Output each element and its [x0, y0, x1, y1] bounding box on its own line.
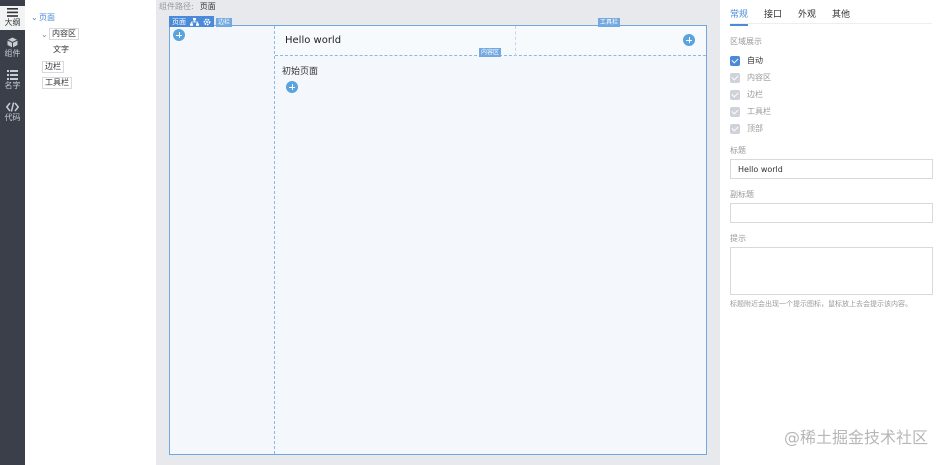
- hierarchy-icon[interactable]: [190, 17, 199, 26]
- tree-node-content[interactable]: ⌄ 内容区: [41, 28, 79, 40]
- code-icon: [6, 102, 19, 112]
- chevron-down-icon[interactable]: ⌄: [31, 13, 39, 22]
- checkbox-content: 内容区: [730, 72, 771, 83]
- subtitle-input[interactable]: [730, 203, 933, 223]
- remark-hint: 标题附近会出现一个提示图标，鼠标放上去会提示该内容。: [730, 300, 912, 308]
- page-title: Hello world: [285, 35, 342, 46]
- breadcrumb-current[interactable]: 页面: [200, 2, 216, 11]
- body-text: 初始页面: [282, 67, 319, 77]
- subtitle-label: 副标题: [730, 190, 754, 199]
- checkbox-header: 顶部: [730, 123, 763, 134]
- tree-node-text[interactable]: 文字: [49, 44, 69, 55]
- add-component-icon[interactable]: [173, 29, 185, 41]
- remark-label: 提示: [730, 234, 746, 243]
- gear-icon[interactable]: [203, 18, 211, 26]
- content-region[interactable]: 初始页面: [282, 64, 319, 93]
- checkbox-checked-icon[interactable]: [730, 55, 740, 66]
- remark-textarea[interactable]: [730, 247, 933, 295]
- title-label: 标题: [730, 146, 746, 155]
- aside-region[interactable]: [170, 26, 275, 454]
- rail-item-outline[interactable]: 大纲: [0, 6, 25, 30]
- tree-node-aside[interactable]: 边栏: [42, 61, 64, 73]
- region-display-label: 区域展示: [730, 37, 762, 46]
- rail-item-label: 名字: [4, 81, 21, 90]
- checkbox-aside: 边栏: [730, 89, 763, 100]
- rail-item-components[interactable]: 组件: [0, 37, 25, 58]
- left-icon-rail: 大纲 组件 名字 代码: [0, 0, 25, 465]
- aside-region-tag: 边栏: [216, 18, 233, 27]
- checkbox-disabled-icon: [730, 72, 740, 83]
- page-component[interactable]: Hello world 初始页面: [169, 25, 707, 455]
- watermark: @稀土掘金技术社区: [783, 428, 928, 447]
- checkbox-toolbar: 工具栏: [730, 106, 771, 117]
- tree-node-toolbar[interactable]: 工具栏: [42, 77, 72, 89]
- toolbar-region-tag: 工具栏: [598, 18, 621, 27]
- editor-canvas: 组件路径: 页面 Hello world 初始页面 页面 边栏 工具栏 内容区: [156, 0, 720, 465]
- checkbox-auto[interactable]: 自动: [730, 55, 763, 66]
- property-panel: 常规 接口 外观 其他 区域展示 自动 内容区 边栏 工具栏 顶部 标题 Hel…: [720, 0, 942, 465]
- add-component-icon[interactable]: [683, 34, 695, 46]
- outline-tree: ⌄ 页面 ⌄ 内容区 文字 边栏 工具栏: [25, 0, 156, 465]
- title-input[interactable]: Hello world: [730, 159, 933, 179]
- tabs-divider: [730, 23, 932, 24]
- cube-icon: [7, 37, 18, 48]
- rail-item-names[interactable]: 名字: [0, 70, 25, 90]
- rail-item-label: 大纲: [4, 18, 21, 27]
- page-tag: 页面: [172, 17, 186, 26]
- menu-icon: [7, 8, 18, 17]
- page-selection-toolbar: 页面: [169, 16, 214, 27]
- chevron-down-icon[interactable]: ⌄: [41, 30, 49, 39]
- checkbox-disabled-icon: [730, 89, 740, 100]
- rail-item-label: 组件: [4, 49, 21, 58]
- tree-node-page[interactable]: ⌄ 页面: [31, 12, 55, 23]
- checkbox-disabled-icon: [730, 106, 740, 117]
- breadcrumb: 组件路径: 页面: [159, 2, 216, 11]
- checkbox-disabled-icon: [730, 123, 740, 134]
- add-component-icon[interactable]: [286, 81, 298, 93]
- content-region-tag: 内容区: [479, 48, 502, 57]
- rail-item-code[interactable]: 代码: [0, 102, 25, 122]
- list-icon: [7, 70, 18, 80]
- toolbar-region[interactable]: [515, 26, 706, 56]
- rail-item-label: 代码: [4, 113, 21, 122]
